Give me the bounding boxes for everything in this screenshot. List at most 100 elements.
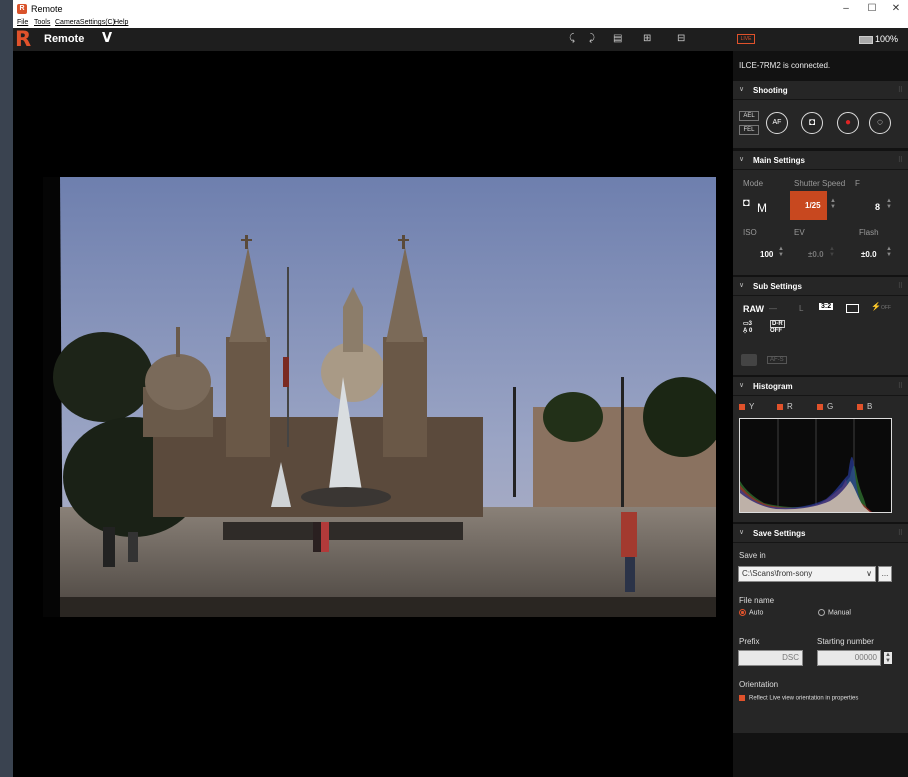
drag-grip-icon[interactable]: ⠿	[898, 382, 903, 390]
drag-grip-icon[interactable]: ⠿	[898, 529, 903, 537]
connection-status: ILCE-7RM2 is connected.	[739, 61, 831, 70]
viewer-mode-button[interactable]: V	[102, 31, 112, 46]
drag-grip-icon[interactable]: ⠿	[898, 156, 903, 164]
app-icon: R	[17, 4, 27, 14]
desktop-edge	[0, 0, 13, 777]
record-button[interactable]: ●	[837, 112, 859, 134]
grid-icon[interactable]: ⊞	[643, 33, 651, 44]
channel-r-toggle[interactable]: R	[777, 402, 793, 411]
channel-y-toggle[interactable]: Y	[739, 402, 754, 411]
ev-spinner-icon[interactable]: ▲ ▼	[829, 246, 835, 258]
shutter-spinner-icon[interactable]: ▲ ▼	[830, 198, 836, 210]
dro-value[interactable]: D-R OFF	[770, 320, 785, 335]
app-logo: R	[15, 27, 32, 51]
menu-help[interactable]: Help	[114, 19, 128, 26]
save-in-select[interactable]: C:\Scans\from-sony ∨	[738, 566, 876, 582]
save-settings-section: ∨ Save Settings ⠿ Save in C:\Scans\from-…	[733, 524, 908, 733]
menu-file[interactable]: File	[17, 19, 28, 26]
toolbar: R Remote V ⤹ ⤸ ▤ ⊞ ⊟ LIVE 100%	[13, 28, 908, 51]
orientation-label: Orientation	[739, 680, 779, 689]
histogram-header[interactable]: ∨ Histogram ⠿	[733, 377, 908, 396]
checkbox-icon	[739, 695, 745, 701]
chevron-down-icon: ∨	[739, 282, 745, 289]
main-settings-header[interactable]: ∨ Main Settings ⠿	[733, 151, 908, 170]
file-name-label: File name	[739, 596, 775, 605]
mode-value[interactable]: M	[757, 201, 767, 215]
maximize-button[interactable]: ☐	[859, 1, 885, 17]
frame-icon[interactable]	[846, 304, 859, 313]
channel-b-toggle[interactable]: B	[857, 402, 872, 411]
jpeg-quality-value[interactable]: —	[769, 304, 777, 313]
starting-number-input[interactable]: 00000	[817, 650, 881, 666]
f-spinner-icon[interactable]: ▲ ▼	[886, 198, 892, 210]
title-bar: R Remote – ☐ ✕	[13, 0, 908, 18]
white-balance-mode: 3	[748, 321, 753, 327]
close-button[interactable]: ✕	[883, 1, 908, 17]
flash-off-icon[interactable]: ⚡OFF	[871, 302, 891, 311]
save-in-value: C:\Scans\from-sony	[742, 569, 813, 578]
capture-button[interactable]: ◘	[801, 112, 823, 134]
menu-tools[interactable]: Tools	[34, 19, 50, 26]
white-balance-value[interactable]: ▭3 A̱ 0	[743, 321, 752, 335]
shutter-speed-label: Shutter Speed	[794, 179, 846, 188]
af-button[interactable]: AF	[766, 112, 788, 134]
guide-icon[interactable]: ⊟	[677, 33, 685, 44]
ael-button[interactable]: AEL	[739, 111, 759, 121]
ev-value[interactable]: ±0.0	[808, 250, 824, 259]
toolbar-title: Remote	[44, 33, 85, 45]
shutter-speed-control[interactable]: 1/25	[790, 191, 827, 220]
save-settings-header[interactable]: ∨ Save Settings ⠿	[733, 524, 908, 543]
ev-label: EV	[794, 228, 805, 237]
sub-settings-header[interactable]: ∨ Sub Settings ⠿	[733, 277, 908, 296]
section-title: Main Settings	[753, 156, 806, 165]
fel-button[interactable]: FEL	[739, 125, 759, 135]
iso-spinner-icon[interactable]: ▲ ▼	[778, 246, 784, 258]
minimize-button[interactable]: –	[833, 1, 859, 17]
window-title: Remote	[31, 4, 63, 14]
sub-settings-section: ∨ Sub Settings ⠿ RAW — L 3:2 ⚡OFF ▭3 A̱ 0…	[733, 277, 908, 375]
menu-bar: File Tools CameraSettings(C) Help	[13, 18, 908, 28]
iso-label: ISO	[743, 228, 757, 237]
live-view-image	[43, 177, 716, 617]
channel-g-toggle[interactable]: G	[817, 402, 833, 411]
battery-icon	[859, 35, 873, 44]
channel-label: G	[827, 402, 834, 411]
checkbox-icon	[817, 403, 823, 410]
rotate-left-icon[interactable]: ⤹	[569, 33, 575, 44]
rotate-right-icon[interactable]: ⤸	[589, 33, 595, 44]
starting-number-spinner-icon[interactable]: ▲ ▼	[884, 652, 892, 664]
checkbox-icon	[857, 403, 863, 410]
dro-label: D-R	[770, 320, 785, 328]
shutter-speed-value: 1/25	[805, 201, 821, 210]
f-label: F	[855, 179, 860, 188]
flash-spinner-icon[interactable]: ▲ ▼	[886, 246, 892, 258]
single-view-icon[interactable]: ▤	[613, 33, 622, 44]
menu-camera-settings[interactable]: CameraSettings(C)	[55, 19, 115, 26]
orientation-checkbox[interactable]: Reflect Live view orientation in propert…	[739, 695, 858, 702]
manual-radio[interactable]: Manual	[818, 609, 851, 616]
drag-grip-icon[interactable]: ⠿	[898, 86, 903, 94]
battery-percent: 100%	[875, 34, 899, 44]
channel-label: R	[787, 402, 793, 411]
image-size-value[interactable]: L	[799, 304, 803, 313]
shooting-header[interactable]: ∨ Shooting ⠿	[733, 81, 908, 100]
auto-radio[interactable]: Auto	[739, 609, 763, 616]
chevron-down-icon: ∨	[739, 382, 745, 389]
iso-value[interactable]: 100	[760, 250, 773, 259]
browse-button[interactable]: ...	[878, 566, 892, 582]
flash-label: Flash	[859, 228, 879, 237]
chevron-down-icon: ∨	[866, 569, 872, 578]
file-format-value[interactable]: RAW	[743, 304, 764, 314]
metering-icon[interactable]	[741, 354, 757, 366]
live-view[interactable]	[13, 51, 733, 777]
chevron-down-icon: ∨	[739, 86, 745, 93]
f-value[interactable]: 8	[875, 202, 880, 212]
flash-value[interactable]: ±0.0	[861, 250, 877, 259]
drag-grip-icon[interactable]: ⠿	[898, 282, 903, 290]
camera-icon: ◘	[743, 197, 750, 209]
prefix-input[interactable]: DSC	[738, 650, 803, 666]
shooting-section: ∨ Shooting ⠿ AEL FEL AF ◘ ● ◌	[733, 81, 908, 148]
timer-button[interactable]: ◌	[869, 112, 891, 134]
aspect-ratio-value[interactable]: 3:2	[819, 303, 834, 310]
focus-mode-value[interactable]: AF-S	[767, 356, 787, 364]
